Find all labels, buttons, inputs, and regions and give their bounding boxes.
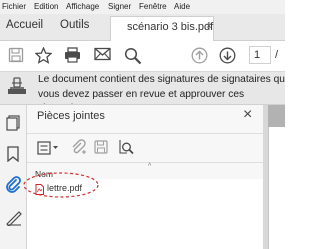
panel-toolbar	[27, 133, 263, 163]
menu-item-fichier[interactable]: Fichier	[2, 2, 26, 11]
search-icon[interactable]	[124, 47, 142, 70]
panel-title: Pièces jointes	[37, 110, 105, 122]
document-content	[268, 127, 286, 249]
signature-banner: Le document contient des signatures de s…	[0, 72, 285, 105]
attachments-icon[interactable]	[5, 175, 21, 198]
menu-item-affichage[interactable]: Affichage	[66, 2, 99, 11]
add-attachment-icon[interactable]	[71, 139, 87, 161]
page-thumbnails-icon[interactable]	[6, 115, 20, 136]
tab-document-label: scénario 3 bis.pdf	[127, 21, 214, 33]
signature-panel-icon[interactable]	[6, 210, 22, 231]
annotation-ellipse	[23, 172, 99, 198]
document-page[interactable]	[268, 105, 286, 249]
page-down-icon[interactable]	[219, 47, 236, 69]
document-header-band	[268, 105, 285, 127]
sort-indicator[interactable]: ^	[148, 163, 151, 170]
page-up-icon[interactable]	[191, 47, 208, 69]
menu-bar: Fichier Edition Affichage Signer Fenêtre…	[0, 0, 285, 14]
save-icon[interactable]	[8, 47, 24, 68]
star-icon[interactable]	[34, 46, 53, 69]
signature-banner-text: Le document contient des signatures de s…	[38, 74, 285, 104]
page-number-value: 1	[254, 49, 261, 61]
menu-item-signer[interactable]: Signer	[108, 2, 131, 11]
page-separator: /	[275, 49, 279, 61]
tab-close-icon[interactable]: ×	[206, 21, 212, 32]
menu-item-aide[interactable]: Aide	[174, 2, 190, 11]
search-attachment-icon[interactable]	[117, 139, 134, 161]
tab-accueil[interactable]: Accueil	[6, 19, 43, 31]
options-menu-icon[interactable]	[37, 141, 59, 160]
tab-outils[interactable]: Outils	[60, 19, 89, 31]
menu-item-edition[interactable]: Edition	[34, 2, 58, 11]
panel-close-icon[interactable]: ×	[243, 106, 252, 124]
signature-pen-icon	[7, 76, 27, 101]
menu-item-fenetre[interactable]: Fenêtre	[139, 2, 167, 11]
bookmark-icon[interactable]	[7, 146, 19, 167]
tab-document[interactable]: scénario 3 bis.pdf ×	[110, 16, 214, 41]
print-icon[interactable]	[64, 47, 81, 68]
mail-icon[interactable]	[94, 47, 111, 66]
tab-bar: Accueil Outils scénario 3 bis.pdf ×	[0, 14, 285, 41]
save-attachment-icon[interactable]	[94, 140, 108, 159]
toolbar: 1 /	[0, 41, 285, 72]
